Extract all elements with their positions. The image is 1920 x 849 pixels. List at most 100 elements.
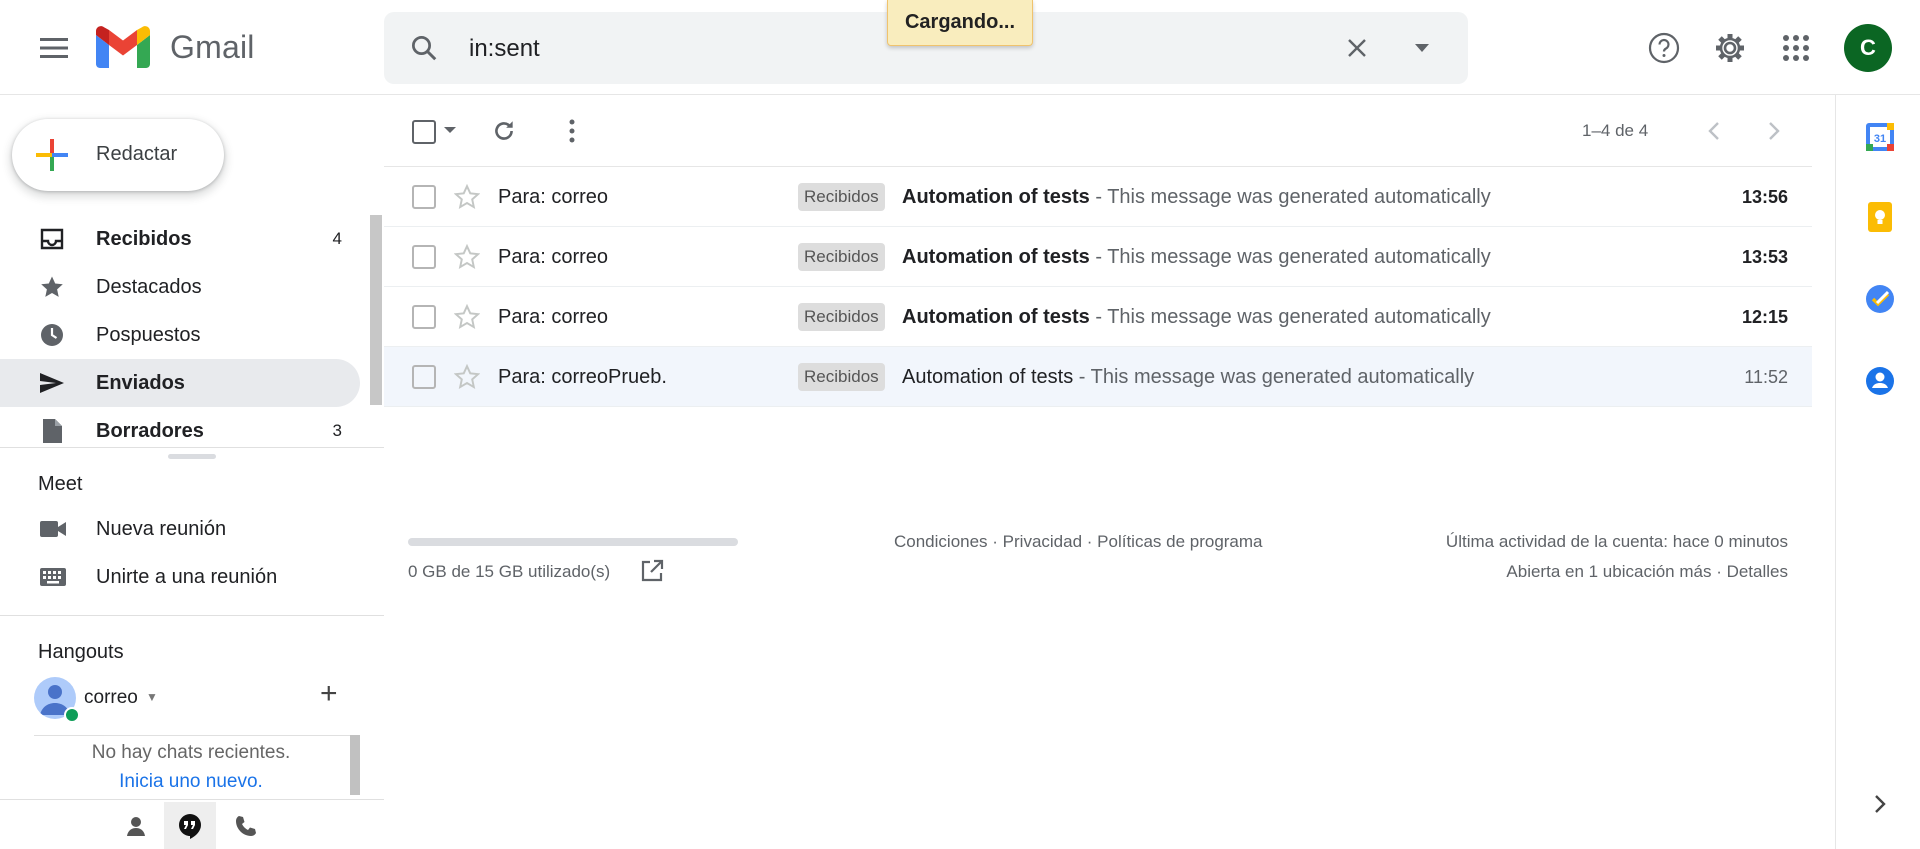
tasks-check-icon [1866,285,1894,313]
apps-button[interactable] [1774,26,1818,70]
compose-button[interactable]: Redactar [12,119,224,191]
chats-tab[interactable] [164,802,216,849]
support-button[interactable] [1642,26,1686,70]
star-outline-icon [454,364,480,390]
star-button[interactable] [452,302,482,332]
search-button[interactable] [406,30,442,66]
new-meeting-label: Nueva reunión [96,518,227,540]
panel-resize-handle[interactable] [168,454,216,459]
nav-item-starred[interactable]: Destacados [0,263,360,311]
mail-recipient: Para: correo [498,186,609,208]
new-chat-button[interactable]: + [320,679,338,709]
online-status-dot [64,707,80,723]
star-button[interactable] [452,182,482,212]
start-new-chat-link[interactable]: Inicia uno nuevo. [34,771,348,793]
mail-subject: Automation of tests [902,366,1074,388]
chevron-right-icon [1875,795,1886,813]
send-icon [38,371,66,395]
mail-snippet: - This message was generated automatical… [1089,306,1491,328]
mail-recipient: Para: correoPrueb. [498,366,667,388]
more-actions-button[interactable] [554,113,590,149]
search-options-button[interactable] [1404,30,1440,66]
account-details-link[interactable]: Abierta en 1 ubicación más · Detalles [1506,562,1788,582]
nav-item-sent[interactable]: Enviados [0,359,360,407]
tasks-button[interactable] [1864,283,1896,315]
mail-row[interactable]: Para: correo Recibidos Automation of tes… [384,167,1812,227]
mail-time: 11:52 [1744,367,1788,387]
label-nav: Recibidos 4 Destacados Pospuestos Enviad… [0,215,384,455]
mail-toolbar: 1–4 de 4 [384,95,1812,167]
contacts-button[interactable] [1864,365,1896,397]
row-checkbox[interactable] [412,245,436,269]
settings-button[interactable] [1708,26,1752,70]
clear-search-button[interactable] [1339,30,1375,66]
storage-usage-bar [408,538,738,546]
account-avatar[interactable]: C [1844,24,1892,72]
older-page-button[interactable] [1756,113,1792,149]
hangouts-username: correo [84,687,138,708]
nav-item-label: Pospuestos [96,324,201,346]
refresh-icon [495,121,513,140]
mail-row[interactable]: Para: correo Recibidos Automation of tes… [384,287,1812,347]
keep-lightbulb-icon [1868,202,1892,232]
gear-icon [1716,34,1744,62]
keep-button[interactable] [1864,201,1896,233]
nav-item-label: Enviados [96,372,185,394]
svg-text:31: 31 [1874,133,1886,145]
select-all-checkbox[interactable] [412,120,436,144]
newer-page-button[interactable] [1696,113,1732,149]
gmail-logo[interactable]: Gmail [96,26,255,68]
manage-storage-button[interactable] [640,559,664,583]
close-icon [1348,39,1366,57]
apps-grid-icon [1783,35,1809,61]
mail-subject-line: Automation of tests - This message was g… [902,246,1491,269]
chat-scrollbar[interactable] [350,735,360,795]
hangouts-user[interactable]: correo ▼ + [34,677,384,727]
mail-row[interactable]: Para: correo Recibidos Automation of tes… [384,227,1812,287]
join-meeting-label: Unirte a una reunión [96,566,278,588]
row-checkbox[interactable] [412,305,436,329]
calendar-button[interactable]: 31 [1864,121,1896,153]
main-content: 1–4 de 4 Para: correo Recibidos Automati… [384,95,1812,849]
star-button[interactable] [452,242,482,272]
mail-subject-line: Automation of tests - This message was g… [902,306,1491,329]
select-dropdown-icon[interactable] [444,127,456,133]
nav-item-snoozed[interactable]: Pospuestos [0,311,360,359]
mail-label-chip[interactable]: Recibidos [798,243,885,271]
join-meeting-item[interactable]: Unirte a una reunión [0,553,384,601]
search-input[interactable]: in:sent [469,35,540,63]
nav-item-label: Destacados [96,276,202,298]
mail-subject: Automation of tests [902,246,1090,268]
star-outline-icon [454,304,480,330]
main-menu-button[interactable] [30,24,78,72]
row-checkbox[interactable] [412,365,436,389]
mail-time: 13:53 [1741,247,1788,267]
refresh-button[interactable] [486,113,522,149]
footer-links[interactable]: Condiciones · Privacidad · Políticas de … [894,532,1263,552]
new-meeting-item[interactable]: Nueva reunión [0,505,384,553]
mail-row[interactable]: Para: correoPrueb. Recibidos Automation … [384,347,1812,407]
nav-scrollbar[interactable] [370,215,382,405]
app-name: Gmail [170,28,255,65]
mail-label-chip[interactable]: Recibidos [798,183,885,211]
mail-label-chip[interactable]: Recibidos [798,363,885,391]
hangouts-title: Hangouts [38,641,124,663]
contacts-tab[interactable] [110,802,162,849]
clock-icon [38,323,66,347]
caret-down-icon [1415,44,1429,52]
star-button[interactable] [452,362,482,392]
divider [0,615,384,616]
calls-tab[interactable] [220,802,272,849]
show-side-panel-button[interactable] [1866,790,1894,818]
nav-item-inbox[interactable]: Recibidos 4 [0,215,360,263]
mail-subject: Automation of tests [902,186,1090,208]
keyboard-icon [38,565,68,589]
top-bar: Gmail in:sent Cargando... C [0,0,1920,95]
status-dropdown-icon[interactable]: ▼ [146,690,158,704]
row-checkbox[interactable] [412,185,436,209]
gmail-m-icon [96,26,150,68]
mail-snippet: - This message was generated automatical… [1089,186,1491,208]
mail-label-chip[interactable]: Recibidos [798,303,885,331]
sidebar: Redactar Recibidos 4 Destacados Pospuest… [0,95,384,849]
star-outline-icon [454,184,480,210]
